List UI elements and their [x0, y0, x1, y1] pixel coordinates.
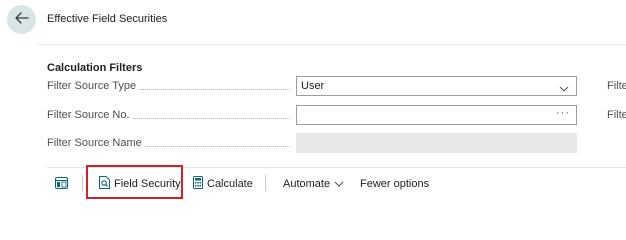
lookup-ellipsis-button[interactable]: ···: [556, 107, 570, 119]
filter-source-type-label: Filter Source Type: [47, 80, 290, 92]
calculate-label: Calculate: [207, 178, 253, 190]
command-separator: [82, 175, 83, 191]
label-leader-dots: [139, 88, 290, 90]
chevron-down-icon: [559, 83, 569, 95]
filter-source-name-field: [296, 133, 577, 153]
filter-right-label-2: Filte: [607, 109, 626, 121]
filter-source-no-input[interactable]: ···: [296, 105, 577, 125]
header-divider: [38, 44, 626, 45]
page-title: Effective Field Securities: [47, 13, 168, 25]
fewer-options-label: Fewer options: [360, 178, 430, 190]
section-title: Calculation Filters: [47, 62, 143, 74]
filter-right-label-1: Filte: [607, 80, 626, 92]
label-leader-dots: [132, 117, 290, 119]
filter-source-type-label-text: Filter Source Type: [47, 80, 137, 92]
fewer-options-button[interactable]: Fewer options: [360, 175, 429, 193]
automate-menu-button[interactable]: Automate: [283, 175, 348, 193]
filter-source-name-label: Filter Source Name: [47, 137, 290, 149]
filter-source-no-label: Filter Source No.: [47, 109, 290, 121]
filter-source-name-label-text: Filter Source Name: [47, 137, 142, 149]
show-details-button[interactable]: [55, 175, 72, 193]
command-separator: [265, 175, 266, 191]
label-leader-dots: [144, 145, 290, 147]
automate-label: Automate: [283, 178, 331, 190]
calculator-icon: [193, 176, 207, 192]
filter-source-no-label-text: Filter Source No.: [47, 109, 130, 121]
chevron-down-icon: [334, 181, 348, 187]
details-pane-icon: [55, 176, 72, 192]
filter-source-type-select[interactable]: User: [296, 76, 577, 96]
back-button[interactable]: [7, 5, 36, 34]
highlight-box: [86, 165, 183, 199]
calculate-button[interactable]: Calculate: [193, 175, 253, 193]
filter-source-type-value: User: [301, 80, 325, 92]
arrow-left-icon: [14, 11, 29, 29]
